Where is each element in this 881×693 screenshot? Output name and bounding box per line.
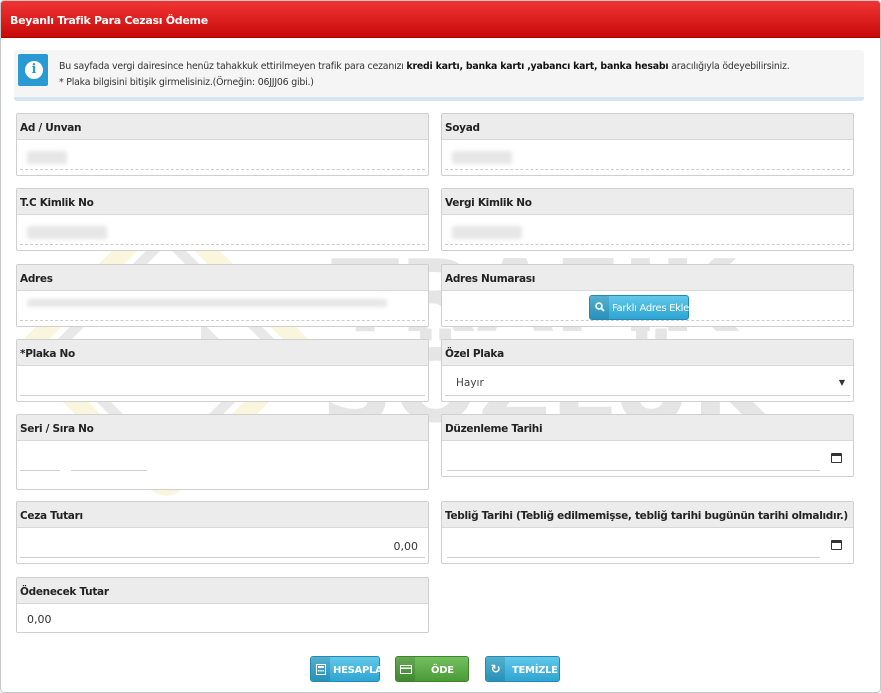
field-head: Vergi Kimlik No: [442, 189, 853, 215]
ozel-plaka-select[interactable]: Hayır: [456, 377, 484, 389]
farkli-adres-ekle-label: Farklı Adres Ekle: [612, 303, 689, 314]
info-text-line2: * Plaka bilgisini bitişik girmelisiniz.(…: [59, 77, 314, 88]
hesapla-button[interactable]: HESAPLA: [310, 656, 383, 682]
adres-numarasi-field: Adres Numarası Farklı Adres Ekle: [441, 264, 854, 327]
field-label: Adres Numarası: [445, 273, 536, 285]
vergi-kimlik-field: Vergi Kimlik No: [441, 188, 854, 251]
field-head: Düzenleme Tarihi: [442, 415, 853, 441]
field-head: T.C Kimlik No: [17, 189, 428, 215]
calendar-icon[interactable]: [831, 453, 842, 463]
tc-kimlik-input[interactable]: [20, 244, 425, 245]
ad-unvan-field: Ad / Unvan: [16, 113, 429, 176]
adres-value: [27, 299, 387, 307]
panel-header: Beyanlı Trafik Para Cezası Ödeme: [1, 1, 880, 38]
field-label: Düzenleme Tarihi: [445, 423, 543, 435]
field-head: Seri / Sıra No: [17, 415, 428, 441]
vergi-kimlik-value: [452, 226, 522, 239]
duzenleme-tarihi-field: Düzenleme Tarihi: [441, 414, 854, 477]
info-icon-box: i: [18, 54, 48, 86]
field-head: Adres: [17, 265, 428, 291]
odenecek-tutar-field: Ödenecek Tutar 0,00: [16, 577, 429, 633]
tc-kimlik-value: [27, 226, 107, 239]
farkli-adres-ekle-button[interactable]: Farklı Adres Ekle: [589, 295, 689, 320]
soyad-value: [452, 151, 512, 164]
tc-kimlik-field: T.C Kimlik No: [16, 188, 429, 251]
info-box: i Bu sayfada vergi dairesince henüz taha…: [14, 50, 864, 101]
ceza-tutari-field: Ceza Tutarı 0,00: [16, 501, 429, 564]
search-icon: [590, 296, 609, 319]
plaka-no-field: *Plaka No: [16, 339, 429, 402]
ode-button[interactable]: ÖDE: [395, 656, 469, 682]
ceza-tutari-underline: [20, 557, 425, 558]
info-text-suffix: aracılığıyla ödeyebilirsiniz.: [668, 61, 790, 72]
info-text-prefix: Bu sayfada vergi dairesince henüz tahakk…: [59, 61, 407, 72]
field-head: Ad / Unvan: [17, 114, 428, 140]
field-label: Seri / Sıra No: [20, 423, 94, 435]
field-head: Özel Plaka: [442, 340, 853, 366]
field-head: Ceza Tutarı: [17, 502, 428, 528]
ozel-plaka-field: Özel Plaka Hayır ▼: [441, 339, 854, 402]
field-head: Soyad: [442, 114, 853, 140]
field-label: *Plaka No: [20, 348, 75, 360]
ozel-plaka-underline: [445, 395, 850, 396]
field-label: Ad / Unvan: [20, 122, 82, 134]
field-label: Vergi Kimlik No: [445, 197, 532, 209]
ode-label: ÖDE: [431, 665, 454, 676]
temizle-label: TEMİZLE: [512, 665, 558, 676]
info-icon: i: [25, 61, 43, 79]
seri-input[interactable]: [20, 470, 60, 471]
ad-unvan-input[interactable]: [20, 169, 425, 170]
field-label: Soyad: [445, 122, 480, 134]
field-head: Ödenecek Tutar: [17, 578, 428, 604]
duzenleme-tarihi-input[interactable]: [447, 470, 820, 471]
main-panel: Beyanlı Trafik Para Cezası Ödeme i Bu sa…: [0, 0, 881, 693]
plaka-no-input[interactable]: [20, 395, 425, 396]
page-title: Beyanlı Trafik Para Cezası Ödeme: [10, 14, 208, 27]
ad-unvan-value: [27, 151, 67, 164]
field-label: T.C Kimlik No: [20, 197, 94, 209]
field-head: Adres Numarası: [442, 265, 853, 291]
odenecek-tutar-value: 0,00: [27, 613, 52, 626]
temizle-button[interactable]: ↻ TEMİZLE: [485, 656, 560, 682]
field-label: Özel Plaka: [445, 348, 504, 360]
adres-numarasi-input[interactable]: [445, 320, 850, 321]
teblig-tarihi-field: Tebliğ Tarihi (Tebliğ edilmemişse, tebli…: [441, 501, 854, 564]
calendar-icon[interactable]: [831, 540, 842, 550]
info-text-bold: kredi kartı, banka kartı ,yabancı kart, …: [406, 61, 669, 72]
soyad-field: Soyad: [441, 113, 854, 176]
field-head: *Plaka No: [17, 340, 428, 366]
ceza-tutari-input[interactable]: 0,00: [394, 540, 419, 553]
calculator-icon: [311, 657, 330, 681]
adres-input[interactable]: [20, 320, 425, 321]
field-label: Ceza Tutarı: [20, 510, 83, 522]
field-label: Adres: [20, 273, 53, 285]
adres-field: Adres: [16, 264, 429, 327]
hesapla-label: HESAPLA: [333, 665, 383, 676]
field-head: Tebliğ Tarihi (Tebliğ edilmemişse, tebli…: [442, 502, 853, 528]
sira-input[interactable]: [71, 470, 147, 471]
soyad-input[interactable]: [445, 169, 850, 170]
credit-card-icon: [396, 657, 415, 681]
vergi-kimlik-input[interactable]: [445, 244, 850, 245]
info-text-line1: Bu sayfada vergi dairesince henüz tahakk…: [59, 61, 790, 72]
seri-sira-field: Seri / Sıra No: [16, 414, 429, 490]
teblig-tarihi-input[interactable]: [447, 557, 820, 558]
field-label: Ödenecek Tutar: [20, 586, 109, 598]
field-label: Tebliğ Tarihi (Tebliğ edilmemişse, tebli…: [445, 510, 848, 522]
chevron-down-icon[interactable]: ▼: [839, 378, 845, 387]
refresh-icon: ↻: [486, 657, 505, 681]
